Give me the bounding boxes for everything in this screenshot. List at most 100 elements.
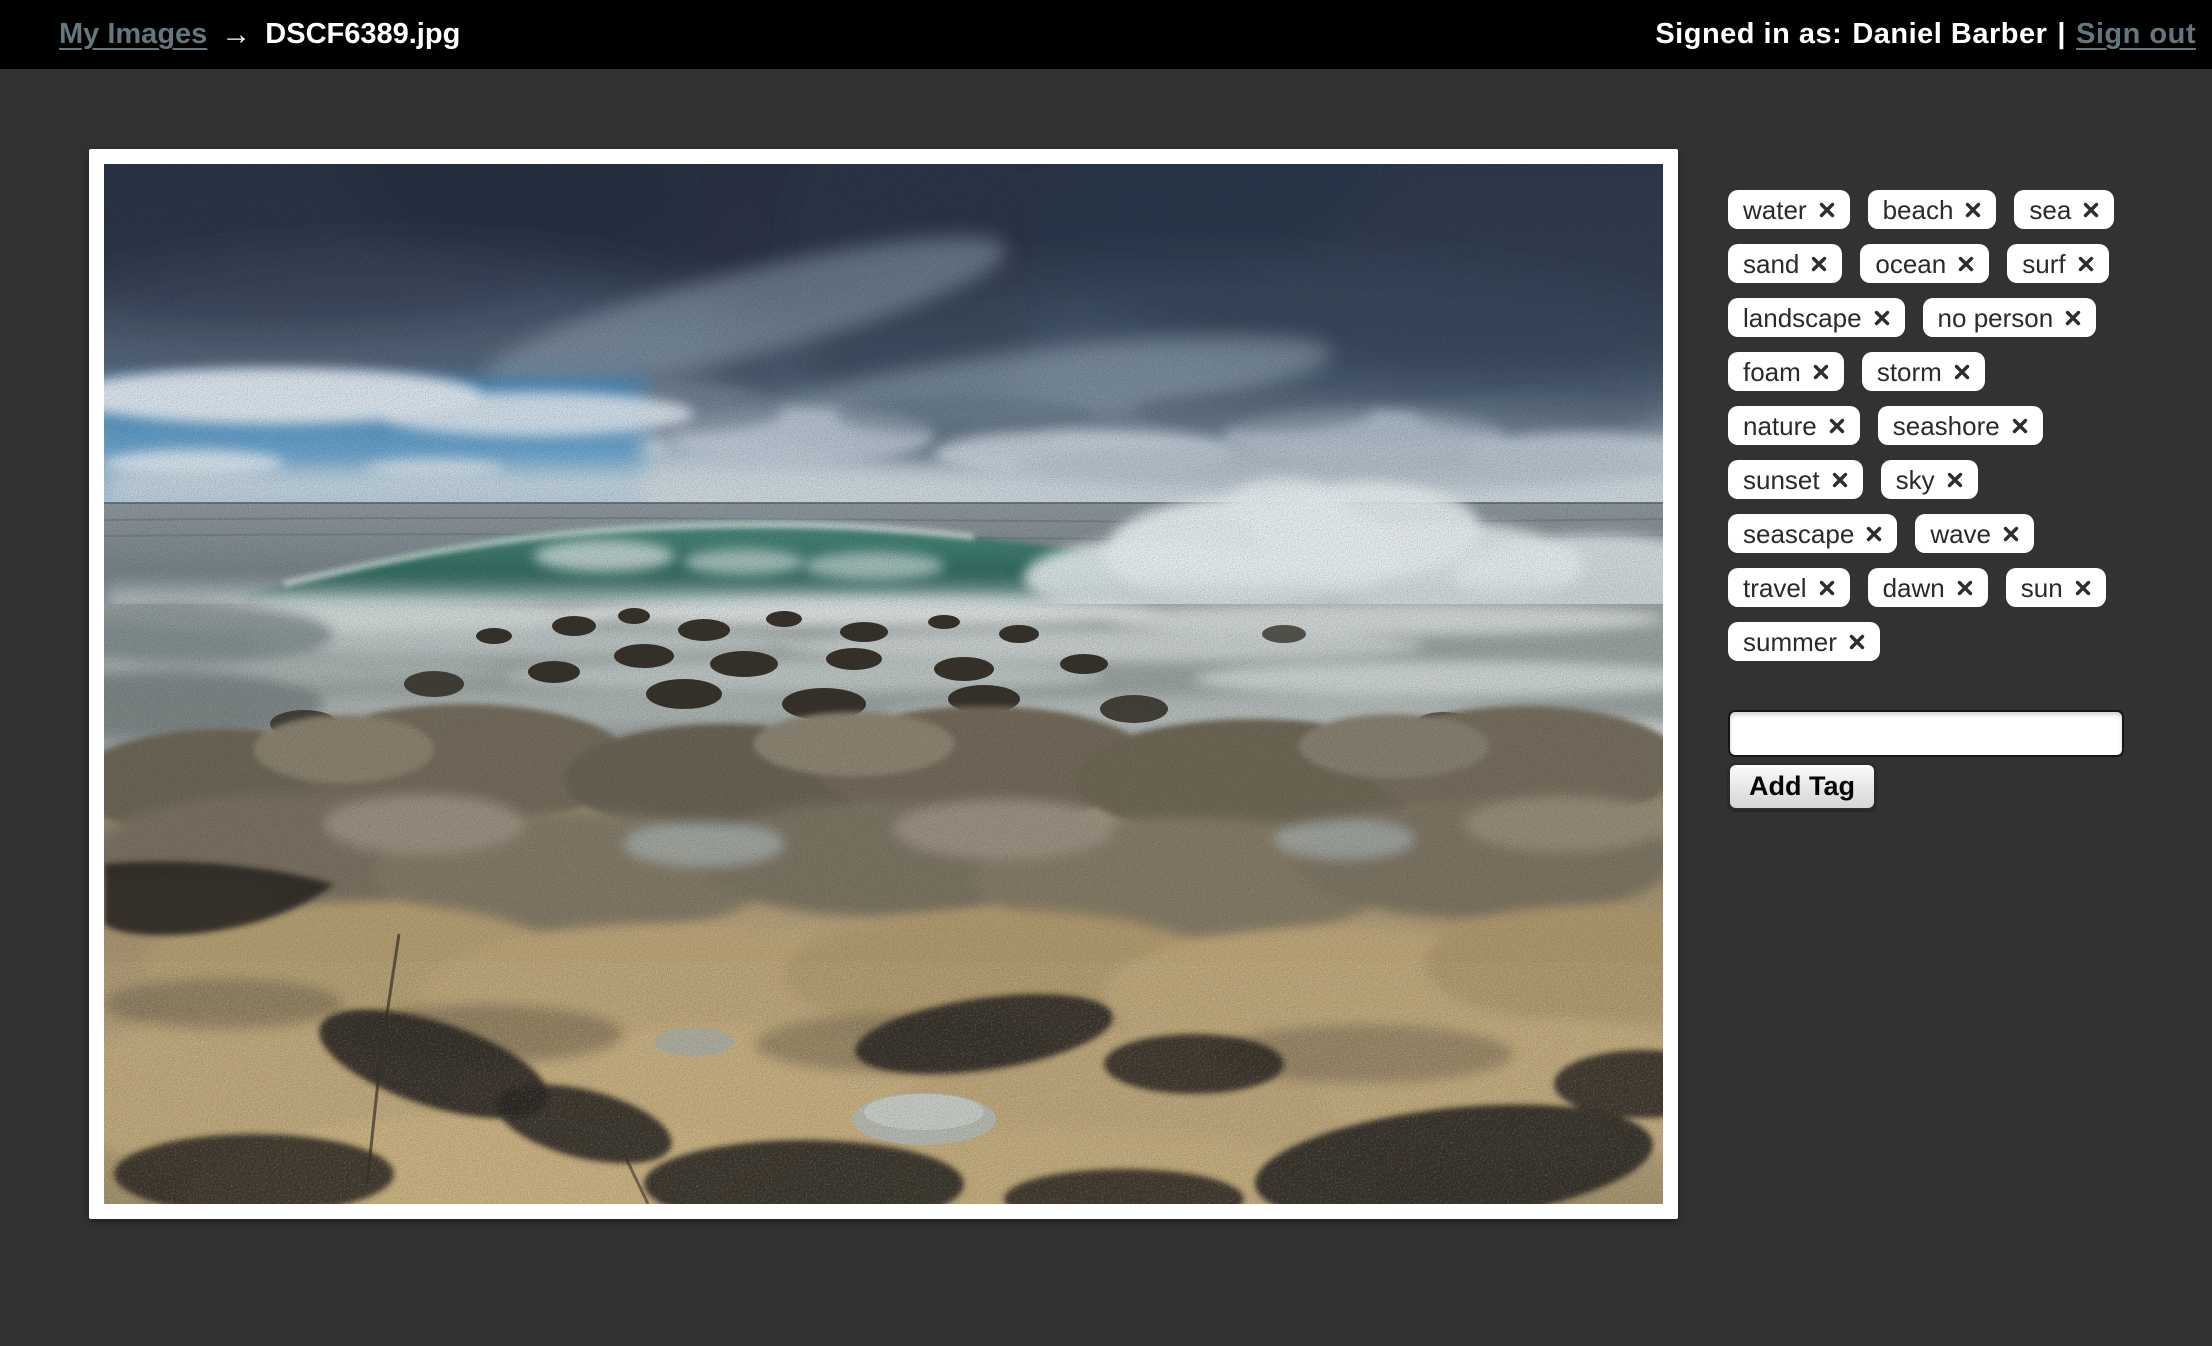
close-icon [1848,633,1866,651]
tag-label: seascape [1743,521,1854,547]
remove-tag-button[interactable] [1828,417,1846,435]
close-icon [2082,201,2100,219]
tag-label: wave [1930,521,1991,547]
tag-row: nature seashore [1728,406,2212,445]
close-icon [2011,417,2029,435]
tag-row: water beach sea [1728,190,2212,229]
photo-image [104,164,1663,1204]
new-tag-input[interactable] [1728,710,2124,757]
tag-pill: beach [1868,190,1997,229]
tag-pill: summer [1728,622,1880,661]
remove-tag-button[interactable] [2002,525,2020,543]
tag-label: foam [1743,359,1801,385]
tag-label: seashore [1893,413,2000,439]
close-icon [1873,309,1891,327]
remove-tag-button[interactable] [2082,201,2100,219]
remove-tag-button[interactable] [1956,579,1974,597]
tag-pill: foam [1728,352,1844,391]
remove-tag-button[interactable] [1831,471,1849,489]
session-divider: | [2057,18,2066,51]
tag-label: sun [2021,575,2063,601]
close-icon [1957,255,1975,273]
tag-pill: wave [1915,514,2034,553]
remove-tag-button[interactable] [1873,309,1891,327]
tag-pill: sun [2006,568,2106,607]
tag-row: foam storm [1728,352,2212,391]
tag-row: travel dawn sun [1728,568,2212,607]
remove-tag-button[interactable] [1848,633,1866,651]
remove-tag-button[interactable] [1818,579,1836,597]
remove-tag-button[interactable] [1818,201,1836,219]
tag-label: travel [1743,575,1807,601]
signed-in-label: Signed in as: [1655,18,1842,51]
close-icon [1818,201,1836,219]
tag-pill: nature [1728,406,1860,445]
tag-pill: dawn [1868,568,1988,607]
user-name: Daniel Barber [1852,18,2047,51]
remove-tag-button[interactable] [1964,201,1982,219]
remove-tag-button[interactable] [2074,579,2092,597]
remove-tag-button[interactable] [1946,471,1964,489]
remove-tag-button[interactable] [1865,525,1883,543]
remove-tag-button[interactable] [2011,417,2029,435]
session-info: Signed in as: Daniel Barber | Sign out [1655,18,2196,51]
tag-pill: storm [1862,352,1985,391]
tag-label: sea [2029,197,2071,223]
tag-label: storm [1877,359,1942,385]
close-icon [1946,471,1964,489]
close-icon [1812,363,1830,381]
top-bar: My Images → DSCF6389.jpg Signed in as: D… [0,0,2212,69]
close-icon [2064,309,2082,327]
breadcrumb: My Images → DSCF6389.jpg [59,18,460,52]
photo-frame [89,149,1678,1219]
tag-row: landscapeno person [1728,298,2212,337]
close-icon [1865,525,1883,543]
close-icon [1810,255,1828,273]
remove-tag-button[interactable] [2064,309,2082,327]
tag-row: sand ocean surf [1728,244,2212,283]
tag-pill: sunset [1728,460,1863,499]
tag-pill: surf [2007,244,2108,283]
remove-tag-button[interactable] [1953,363,1971,381]
tag-pill: sea [2014,190,2114,229]
breadcrumb-arrow-icon: → [221,18,251,52]
remove-tag-button[interactable] [1957,255,1975,273]
sign-out-link[interactable]: Sign out [2076,18,2196,51]
tag-label: sky [1896,467,1935,493]
tag-pill: sand [1728,244,1842,283]
tag-label: nature [1743,413,1817,439]
tag-pill: travel [1728,568,1850,607]
tag-label: ocean [1875,251,1946,277]
tag-pill: water [1728,190,1850,229]
close-icon [1831,471,1849,489]
tag-label: sunset [1743,467,1820,493]
add-tag-button[interactable]: Add Tag [1728,763,1876,810]
tag-pill: sky [1881,460,1978,499]
tag-list: water beach sea sand ocean surf landscapeno pe… [1728,190,2212,676]
tag-row: summer [1728,622,2212,661]
close-icon [2002,525,2020,543]
tag-pill: landscape [1728,298,1905,337]
close-icon [1956,579,1974,597]
tag-label: sand [1743,251,1799,277]
tag-label: surf [2022,251,2065,277]
close-icon [1818,579,1836,597]
tag-pill: seascape [1728,514,1897,553]
tag-pill: ocean [1860,244,1989,283]
my-images-link[interactable]: My Images [59,18,207,51]
remove-tag-button[interactable] [2077,255,2095,273]
current-file-name: DSCF6389.jpg [265,18,460,51]
tag-label: beach [1883,197,1954,223]
tag-row: sunset sky [1728,460,2212,499]
close-icon [2074,579,2092,597]
close-icon [1964,201,1982,219]
remove-tag-button[interactable] [1810,255,1828,273]
close-icon [1828,417,1846,435]
add-tag-form: Add Tag [1728,710,2124,810]
close-icon [1953,363,1971,381]
tag-pill: seashore [1878,406,2043,445]
tag-label: summer [1743,629,1837,655]
tag-label: dawn [1883,575,1945,601]
remove-tag-button[interactable] [1812,363,1830,381]
tag-label: water [1743,197,1807,223]
